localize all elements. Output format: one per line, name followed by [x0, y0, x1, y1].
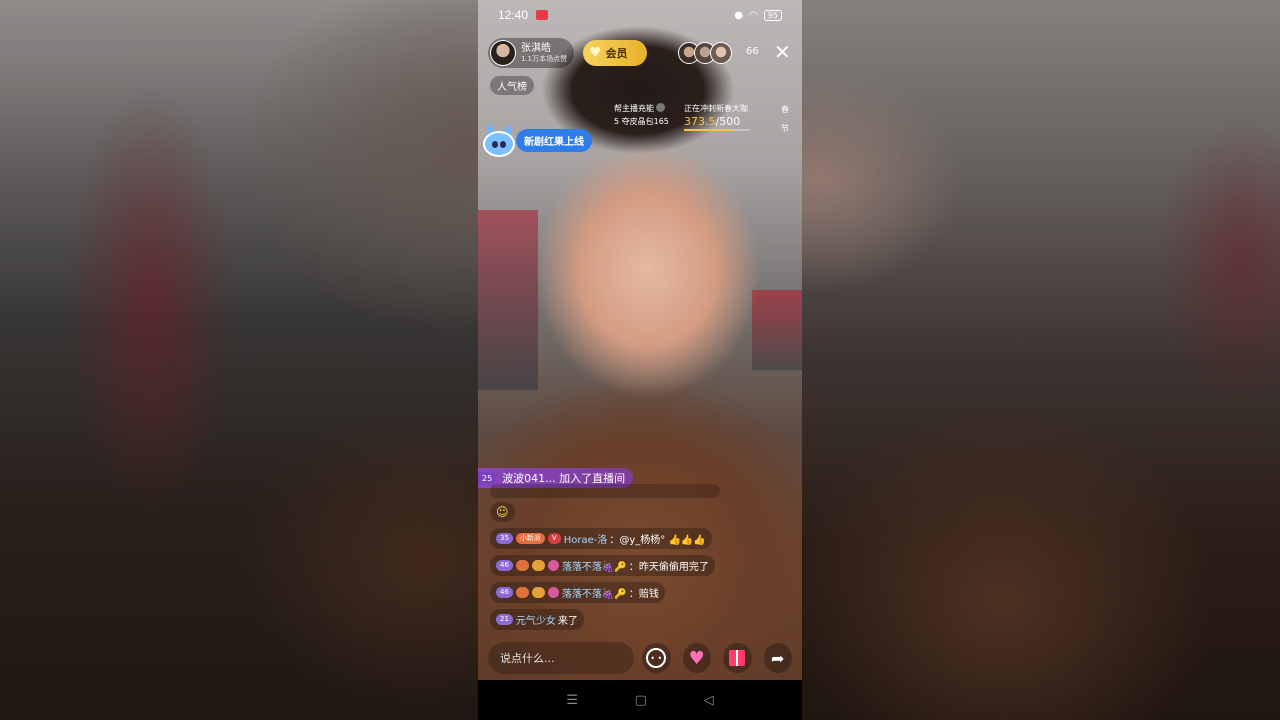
- vip-heart-icon: ♥: [589, 45, 602, 61]
- chat-input[interactable]: [488, 642, 634, 674]
- chat-message: ：赔钱: [628, 589, 659, 600]
- level-badge: 46: [496, 587, 513, 598]
- grin-emoji-icon: ☺: [496, 505, 509, 519]
- gift-button[interactable]: [723, 643, 752, 673]
- event-current: 373.5: [684, 115, 716, 128]
- chat-message: ：@y_杨杨° 👍👍👍: [609, 535, 706, 546]
- level-badge: 46: [496, 560, 513, 571]
- gift-icon: [729, 650, 746, 666]
- rank-badge: [547, 587, 559, 598]
- streamer-likes: 1.1万本场点赞: [521, 54, 568, 63]
- share-icon: ➦: [771, 648, 785, 668]
- heart-badge: [531, 560, 545, 571]
- video-background-accent-right: [752, 290, 802, 370]
- wifi-icon: ◠: [749, 9, 758, 21]
- rank-badge: V: [547, 533, 561, 544]
- energy-subtitle: 5 夺皮晶包165: [614, 117, 669, 126]
- event-total: /500: [715, 115, 741, 128]
- close-icon[interactable]: ✕: [774, 40, 791, 64]
- event-progress-bar: [684, 129, 750, 131]
- streamer-text: 张淇皓 1.1万本场点赞: [521, 43, 567, 64]
- vip-button[interactable]: ♥ 会员: [583, 40, 647, 66]
- viewer-avatars[interactable]: [678, 42, 732, 64]
- menu-nav-icon[interactable]: ☰: [566, 693, 578, 708]
- streamer-avatar[interactable]: [490, 40, 516, 66]
- festival-char: 春: [781, 105, 789, 114]
- heart-gift-button[interactable]: ♥: [682, 643, 711, 673]
- status-bar: 12:40 ● ◠ 95: [478, 0, 802, 30]
- event-progress-value: 373.5/500: [684, 115, 750, 128]
- fan-badge: [515, 587, 529, 598]
- emoji-button[interactable]: • •: [642, 643, 671, 673]
- level-badge: 25: [478, 471, 497, 485]
- promo-banner-label: 新剧红果上线: [516, 128, 592, 152]
- heart-badge: [531, 587, 545, 598]
- emoji-icon: • •: [646, 648, 667, 668]
- bottom-bar: • • ♥ ➦: [478, 640, 802, 676]
- chat-username[interactable]: 落落不落🍇🔑: [562, 585, 627, 600]
- energy-title: 帮主播充能: [614, 104, 654, 113]
- streamer-name: 张淇皓: [521, 42, 551, 54]
- chat-list[interactable]: ☺ 35 小新派 V Horae-洛 ：@y_杨杨° 👍👍👍 46 落落不落🍇🔑…: [490, 484, 750, 633]
- chat-message: 来了: [557, 616, 578, 627]
- chat-item[interactable]: ☺: [490, 502, 515, 522]
- fox-mascot-icon: [480, 121, 518, 159]
- share-button[interactable]: ➦: [763, 643, 792, 673]
- video-background-accent: [478, 210, 538, 390]
- background-right: [802, 0, 1280, 720]
- event-progress[interactable]: 正在冲刺新春大咖 373.5/500: [684, 102, 750, 131]
- phone-screen: 12:40 ● ◠ 95 张淇皓 1.1万本场点赞 ♥ 会员 66 ✕ 人气榜 …: [478, 0, 802, 720]
- popularity-rank-button[interactable]: 人气榜: [490, 76, 534, 95]
- home-nav-icon[interactable]: ▢: [635, 693, 647, 708]
- chat-item[interactable]: 21 元气少女 来了: [490, 609, 584, 630]
- promo-banner[interactable]: 新剧红果上线: [480, 120, 592, 160]
- background-left: [0, 0, 478, 720]
- status-time: 12:40: [498, 8, 529, 22]
- system-nav-bar: ☰ ▢ ◁: [478, 680, 802, 720]
- fan-badge: [515, 560, 529, 571]
- viewer-count[interactable]: 66: [746, 46, 759, 57]
- event-title: 正在冲刺新春大咖: [684, 104, 748, 113]
- battery-icon: 95: [763, 9, 782, 21]
- chat-item[interactable]: 35 小新派 V Horae-洛 ：@y_杨杨° 👍👍👍: [490, 528, 712, 549]
- heart-gift-icon: ♥: [688, 647, 705, 669]
- level-badge: 35: [496, 533, 513, 544]
- chat-item[interactable]: 46 落落不落🍇🔑 ：赔钱: [490, 582, 665, 603]
- record-icon: [536, 10, 549, 20]
- coin-icon: [656, 103, 665, 112]
- festival-tag[interactable]: 春 节: [780, 100, 790, 138]
- chat-item[interactable]: 46 落落不落🍇🔑 ：昨天偷偷用完了: [490, 555, 715, 576]
- viewer-avatar[interactable]: [710, 42, 732, 64]
- streamer-info[interactable]: 张淇皓 1.1万本场点赞: [488, 38, 574, 68]
- status-icons: ● ◠ 95: [734, 9, 782, 21]
- energy-panel[interactable]: 帮主播充能 5 夺皮晶包165: [614, 102, 669, 128]
- back-nav-icon[interactable]: ◁: [704, 693, 714, 708]
- chat-username[interactable]: 元气少女: [516, 612, 556, 627]
- event-progress-fill: [684, 129, 734, 131]
- alarm-icon: ●: [734, 9, 744, 21]
- chat-username[interactable]: Horae-洛: [564, 531, 608, 546]
- rank-badge: [547, 560, 559, 571]
- level-badge: 21: [496, 614, 513, 625]
- fan-badge: 小新派: [515, 533, 545, 544]
- chat-message: ：昨天偷偷用完了: [628, 562, 709, 573]
- festival-char: 节: [781, 124, 789, 133]
- vip-label: 会员: [605, 47, 628, 60]
- faded-chat-item: [490, 484, 720, 498]
- chat-username[interactable]: 落落不落🍇🔑: [562, 558, 627, 573]
